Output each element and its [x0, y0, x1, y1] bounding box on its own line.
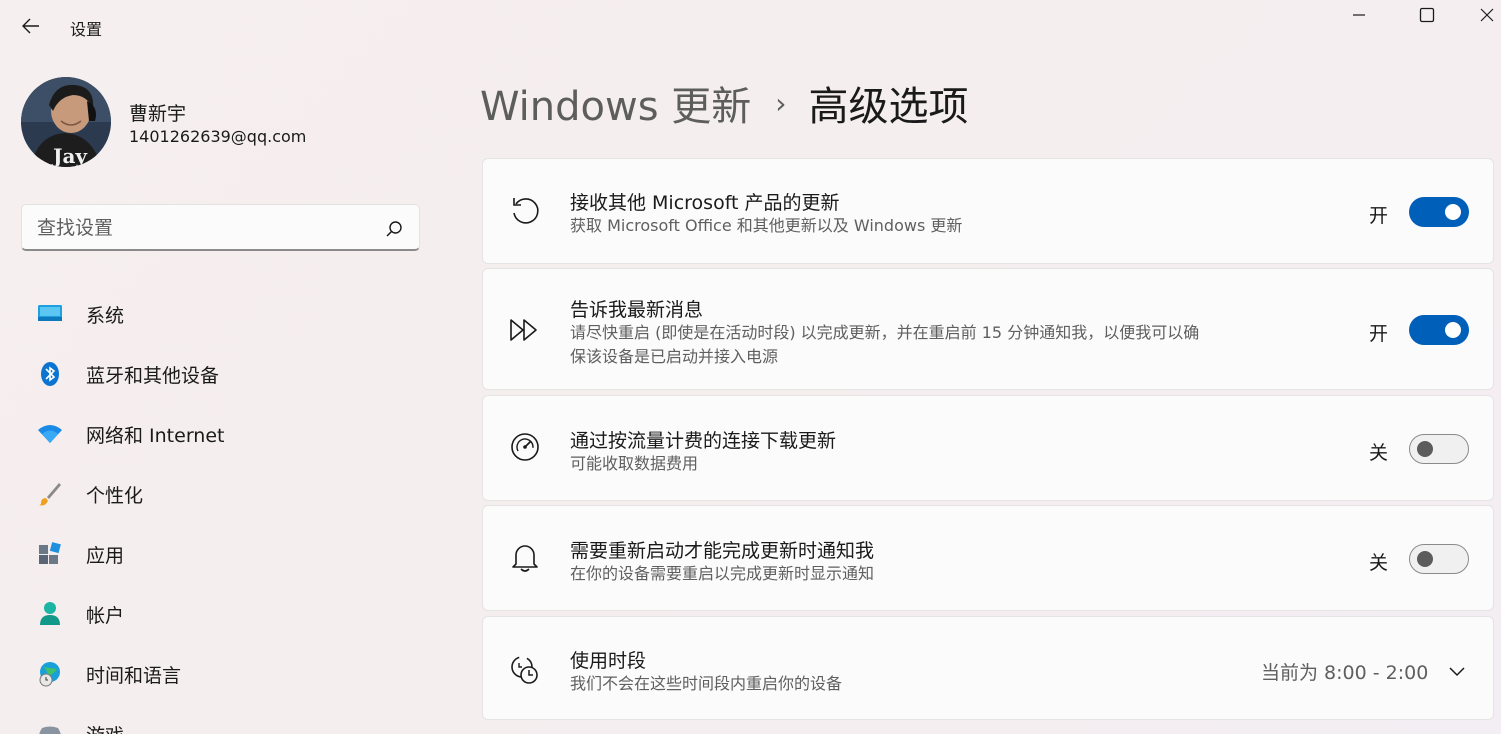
active-hours-value: 当前为 8:00 - 2:00	[1261, 662, 1429, 684]
setting-card-other-products: 接收其他 Microsoft 产品的更新 获取 Microsoft Office…	[482, 158, 1494, 264]
nav-item-personalization[interactable]: 个性化	[20, 469, 420, 517]
nav-label: 蓝牙和其他设备	[86, 365, 220, 387]
search-input[interactable]	[37, 216, 367, 240]
breadcrumb: Windows 更新 › 高级选项	[480, 76, 968, 130]
nav-label: 帐户	[86, 605, 125, 627]
chevron-down-icon[interactable]	[1443, 657, 1471, 685]
receive-other-updates-toggle[interactable]	[1409, 197, 1469, 227]
nav-item-time-language[interactable]: 时间和语言	[20, 649, 420, 697]
setting-title: 通过按流量计费的连接下载更新	[570, 430, 837, 452]
nav-item-gaming[interactable]: 游戏	[20, 709, 420, 734]
toggle-knob	[1445, 322, 1461, 338]
breadcrumb-parent-link[interactable]: Windows 更新	[480, 74, 751, 132]
setting-description: 请尽快重启 (即使是在活动时段) 以完成更新，并在重启前 15 分钟通知我，以便…	[570, 323, 1200, 366]
page-title: 高级选项	[808, 84, 969, 130]
setting-title: 需要重新启动才能完成更新时通知我	[570, 540, 875, 562]
user-email: 1401262639@qq.com	[129, 127, 307, 146]
fast-forward-icon	[508, 313, 542, 347]
search-box[interactable]	[21, 204, 420, 251]
toggle-knob	[1445, 204, 1461, 220]
nav-label: 网络和 Internet	[86, 425, 225, 447]
toggle-state-label: 开	[1369, 323, 1389, 345]
account-icon	[37, 601, 63, 627]
bluetooth-icon	[37, 361, 63, 387]
minimize-icon	[1353, 14, 1365, 16]
maximize-icon	[1419, 7, 1435, 23]
avatar[interactable]: Jay	[21, 77, 111, 167]
nav-label: 游戏	[86, 721, 124, 734]
setting-card-restart-notify: 需要重新启动才能完成更新时通知我 在你的设备需要重启以完成更新时显示通知 关	[482, 505, 1494, 611]
nav-item-bluetooth[interactable]: 蓝牙和其他设备	[20, 349, 420, 397]
setting-card-get-latest: 告诉我最新消息 请尽快重启 (即使是在活动时段) 以完成更新，并在重启前 15 …	[482, 268, 1494, 390]
title-bar: 设置	[0, 0, 1501, 52]
setting-title: 告诉我最新消息	[570, 299, 704, 321]
setting-title: 使用时段	[570, 650, 647, 672]
close-icon	[1480, 8, 1493, 22]
brush-icon	[37, 481, 63, 507]
setting-card-active-hours[interactable]: 使用时段 我们不会在这些时间段内重启你的设备 当前为 8:00 - 2:00	[482, 616, 1494, 720]
nav-label: 应用	[86, 545, 125, 567]
refresh-icon	[508, 194, 542, 228]
maximize-button[interactable]	[1404, 0, 1450, 30]
wifi-icon	[37, 421, 63, 447]
toggle-state-label: 开	[1369, 205, 1389, 227]
setting-card-metered: 通过按流量计费的连接下载更新 可能收取数据费用 关	[482, 395, 1494, 501]
setting-description: 可能收取数据费用	[570, 454, 699, 473]
back-button[interactable]	[16, 12, 46, 40]
toggle-knob	[1417, 441, 1433, 457]
breadcrumb-separator: ›	[775, 86, 787, 120]
nav-label: 个性化	[86, 485, 144, 507]
apps-icon	[37, 541, 63, 567]
nav-item-apps[interactable]: 应用	[20, 529, 420, 577]
svg-text:Jay: Jay	[51, 144, 88, 167]
get-latest-updates-toggle[interactable]	[1409, 315, 1469, 345]
app-title: 设置	[70, 20, 103, 39]
toggle-knob	[1417, 551, 1433, 567]
clock-schedule-icon	[508, 653, 542, 687]
monitor-icon	[37, 301, 63, 327]
restart-notify-toggle[interactable]	[1409, 544, 1469, 574]
search-icon[interactable]	[383, 218, 405, 240]
back-arrow-icon	[22, 18, 39, 34]
user-name: 曹新宇	[129, 103, 187, 125]
nav-item-system[interactable]: 系统	[20, 289, 420, 337]
nav-label: 时间和语言	[86, 665, 182, 687]
minimize-button[interactable]	[1336, 0, 1382, 30]
globe-clock-icon	[37, 661, 63, 687]
bell-icon	[508, 540, 542, 574]
setting-title: 接收其他 Microsoft 产品的更新	[570, 192, 840, 214]
close-button[interactable]	[1472, 0, 1501, 30]
setting-description: 我们不会在这些时间段内重启你的设备	[570, 674, 843, 693]
nav-label: 系统	[86, 305, 125, 327]
setting-description: 获取 Microsoft Office 和其他更新以及 Windows 更新	[570, 216, 963, 235]
gamepad-icon	[37, 721, 63, 734]
toggle-state-label: 关	[1369, 552, 1389, 574]
speedometer-icon	[508, 430, 542, 464]
nav-item-accounts[interactable]: 帐户	[20, 589, 420, 637]
metered-download-toggle[interactable]	[1409, 434, 1469, 464]
setting-description: 在你的设备需要重启以完成更新时显示通知	[570, 564, 875, 583]
toggle-state-label: 关	[1369, 442, 1389, 464]
nav-item-network[interactable]: 网络和 Internet	[20, 409, 420, 457]
